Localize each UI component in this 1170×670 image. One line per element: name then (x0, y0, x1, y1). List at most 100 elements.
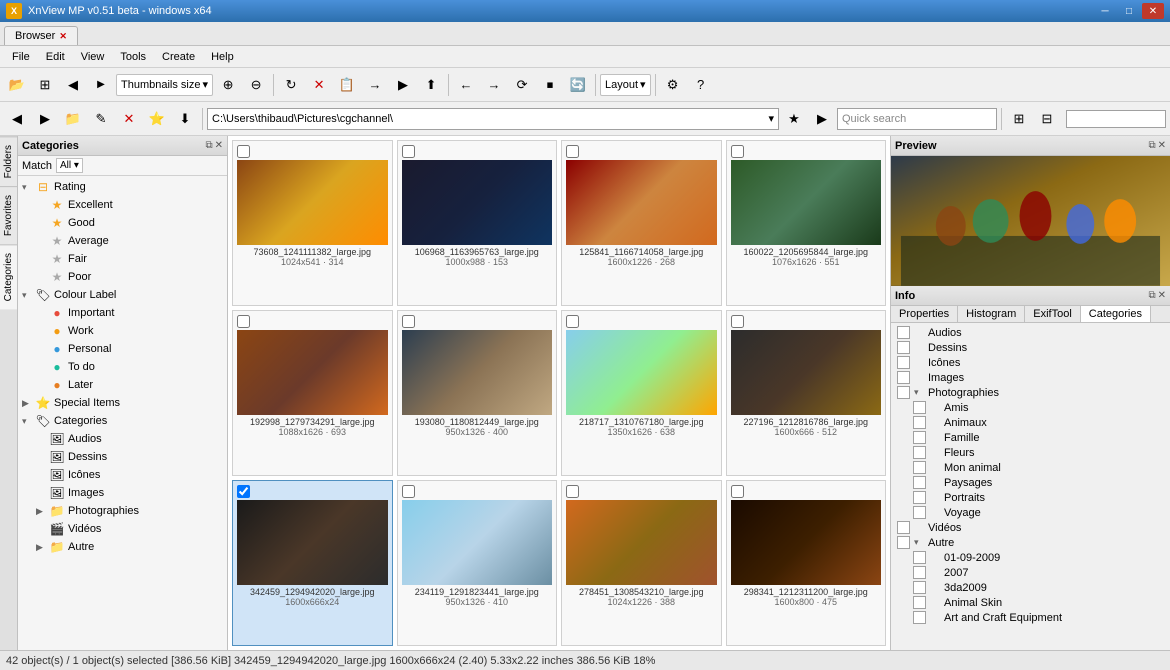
info-checkbox[interactable] (913, 581, 926, 594)
folder-up-button[interactable]: 📁 (60, 106, 86, 132)
layout-dropdown[interactable]: Layout ▾ (600, 74, 651, 96)
thumbnail-item[interactable]: 193080_1180812449_large.jpg 950x1326 · 4… (397, 310, 558, 476)
thumb-checkbox[interactable] (237, 145, 250, 158)
info-checkbox[interactable] (897, 536, 910, 549)
stop-button[interactable]: ⏹ (537, 72, 563, 98)
minimize-button[interactable]: ─ (1094, 3, 1116, 19)
info-tree-item[interactable]: 01-09-2009 (893, 550, 1168, 565)
info-checkbox[interactable] (897, 356, 910, 369)
nav-arrow-right[interactable]: → (481, 72, 507, 98)
thumb-checkbox[interactable] (402, 485, 415, 498)
thumbnail-item[interactable]: 160022_1205695844_large.jpg 1076x1626 · … (726, 140, 887, 306)
sidebar-tab-categories[interactable]: Categories (0, 244, 17, 309)
thumb-checkbox[interactable] (402, 145, 415, 158)
info-tree-item[interactable]: Dessins (893, 340, 1168, 355)
grid-view2-button[interactable]: ⊟ (1034, 106, 1060, 132)
tree-item-photographies[interactable]: ▶ 📁 Photographies (20, 502, 225, 520)
info-tab-categories[interactable]: Categories (1081, 306, 1151, 322)
panel-close-icon[interactable]: ✕ (215, 140, 223, 151)
zoom-in-button[interactable]: ⊕ (215, 72, 241, 98)
info-tree-item[interactable]: Amis (893, 400, 1168, 415)
preview-detach-icon[interactable]: ⧉ (1148, 140, 1155, 151)
tree-item-good[interactable]: ★ Good (20, 214, 225, 232)
info-tab-exiftool[interactable]: ExifTool (1025, 306, 1081, 322)
thumb-checkbox[interactable] (566, 145, 579, 158)
tree-item-categories[interactable]: ▾ 🏷 Categories (20, 412, 225, 430)
info-checkbox[interactable] (913, 566, 926, 579)
tree-item-todo[interactable]: ● To do (20, 358, 225, 376)
thumb-checkbox[interactable] (237, 315, 250, 328)
info-tree-item[interactable]: Fleurs (893, 445, 1168, 460)
info-checkbox[interactable] (913, 431, 926, 444)
info-checkbox[interactable] (913, 476, 926, 489)
thumb-checkbox[interactable] (731, 145, 744, 158)
thumbnail-item[interactable]: 234119_1291823441_large.jpg 950x1326 · 4… (397, 480, 558, 646)
tree-item-audios[interactable]: 🖼 Audios (20, 430, 225, 448)
zoom-slider[interactable] (1066, 110, 1166, 128)
search-box[interactable]: Quick search (837, 108, 997, 130)
thumb-checkbox[interactable] (566, 315, 579, 328)
info-checkbox[interactable] (913, 611, 926, 624)
info-checkbox[interactable] (897, 341, 910, 354)
info-checkbox[interactable] (913, 506, 926, 519)
thumbnail-item[interactable]: 278451_1308543210_large.jpg 1024x1226 · … (561, 480, 722, 646)
addr-dropdown-arrow[interactable]: ▾ (768, 112, 774, 125)
menu-file[interactable]: File (4, 49, 38, 65)
info-tree-item[interactable]: ▾ Autre (893, 535, 1168, 550)
info-checkbox[interactable] (897, 521, 910, 534)
info-tree-item[interactable]: Art and Craft Equipment (893, 610, 1168, 625)
info-checkbox[interactable] (897, 371, 910, 384)
info-checkbox[interactable] (913, 491, 926, 504)
tree-item-poor[interactable]: ★ Poor (20, 268, 225, 286)
thumbnail-item[interactable]: 218717_1310767180_large.jpg 1350x1626 · … (561, 310, 722, 476)
info-tree-item[interactable]: Animaux (893, 415, 1168, 430)
close-button[interactable]: ✕ (1142, 3, 1164, 19)
addr-star-button[interactable]: ★ (781, 106, 807, 132)
tree-item-average[interactable]: ★ Average (20, 232, 225, 250)
info-tree-item[interactable]: Icônes (893, 355, 1168, 370)
info-checkbox[interactable] (913, 446, 926, 459)
info-tree-item[interactable]: Mon animal (893, 460, 1168, 475)
thumb-checkbox[interactable] (731, 485, 744, 498)
thumbnail-item[interactable]: 227196_1212816786_large.jpg 1600x666 · 5… (726, 310, 887, 476)
menu-help[interactable]: Help (203, 49, 242, 65)
filter-button[interactable]: ⬇ (172, 106, 198, 132)
info-tree-item[interactable]: 3da2009 (893, 580, 1168, 595)
tree-item-icones[interactable]: 🖼 Icônes (20, 466, 225, 484)
preview-close-icon[interactable]: ✕ (1158, 140, 1166, 151)
tree-item-colour-label[interactable]: ▾ 🏷 Colour Label (20, 286, 225, 304)
info-tab-properties[interactable]: Properties (891, 306, 958, 322)
info-checkbox[interactable] (897, 326, 910, 339)
edit-path-button[interactable]: ✎ (88, 106, 114, 132)
menu-edit[interactable]: Edit (38, 49, 73, 65)
tree-item-personal[interactable]: ● Personal (20, 340, 225, 358)
tree-item-special[interactable]: ▶ ⭐ Special Items (20, 394, 225, 412)
bookmark-button[interactable]: ⭐ (144, 106, 170, 132)
tree-item-important[interactable]: ● Important (20, 304, 225, 322)
settings-button[interactable]: ⚙ (660, 72, 686, 98)
menu-tools[interactable]: Tools (112, 49, 154, 65)
info-tree-item[interactable]: ▾ Photographies (893, 385, 1168, 400)
address-bar[interactable]: C:\Users\thibaud\Pictures\cgchannel\ ▾ (207, 108, 779, 130)
info-checkbox[interactable] (897, 386, 910, 399)
slideshow-button[interactable]: ▶ (390, 72, 416, 98)
tree-item-fair[interactable]: ★ Fair (20, 250, 225, 268)
nav-back-button[interactable]: ◀ (60, 72, 86, 98)
export-button[interactable]: ⬆ (418, 72, 444, 98)
info-tab-histogram[interactable]: Histogram (958, 306, 1025, 322)
tree-item-excellent[interactable]: ★ Excellent (20, 196, 225, 214)
info-checkbox[interactable] (913, 596, 926, 609)
info-tree-item[interactable]: Images (893, 370, 1168, 385)
refresh-button[interactable]: ⟳ (509, 72, 535, 98)
forward-nav-button[interactable]: ▶ (32, 106, 58, 132)
tree-item-dessins[interactable]: 🖼 Dessins (20, 448, 225, 466)
grid-view-button[interactable]: ⊞ (1006, 106, 1032, 132)
browser-tab[interactable]: Browser ✕ (4, 26, 78, 45)
thumb-checkbox[interactable] (402, 315, 415, 328)
thumb-checkbox[interactable] (731, 315, 744, 328)
info-close-icon[interactable]: ✕ (1158, 290, 1166, 301)
tree-item-rating[interactable]: ▾ ⊟ Rating (20, 178, 225, 196)
thumbnail-item[interactable]: 192998_1279734291_large.jpg 1088x1626 · … (232, 310, 393, 476)
tree-item-images[interactable]: 🖼 Images (20, 484, 225, 502)
info-checkbox[interactable] (913, 551, 926, 564)
